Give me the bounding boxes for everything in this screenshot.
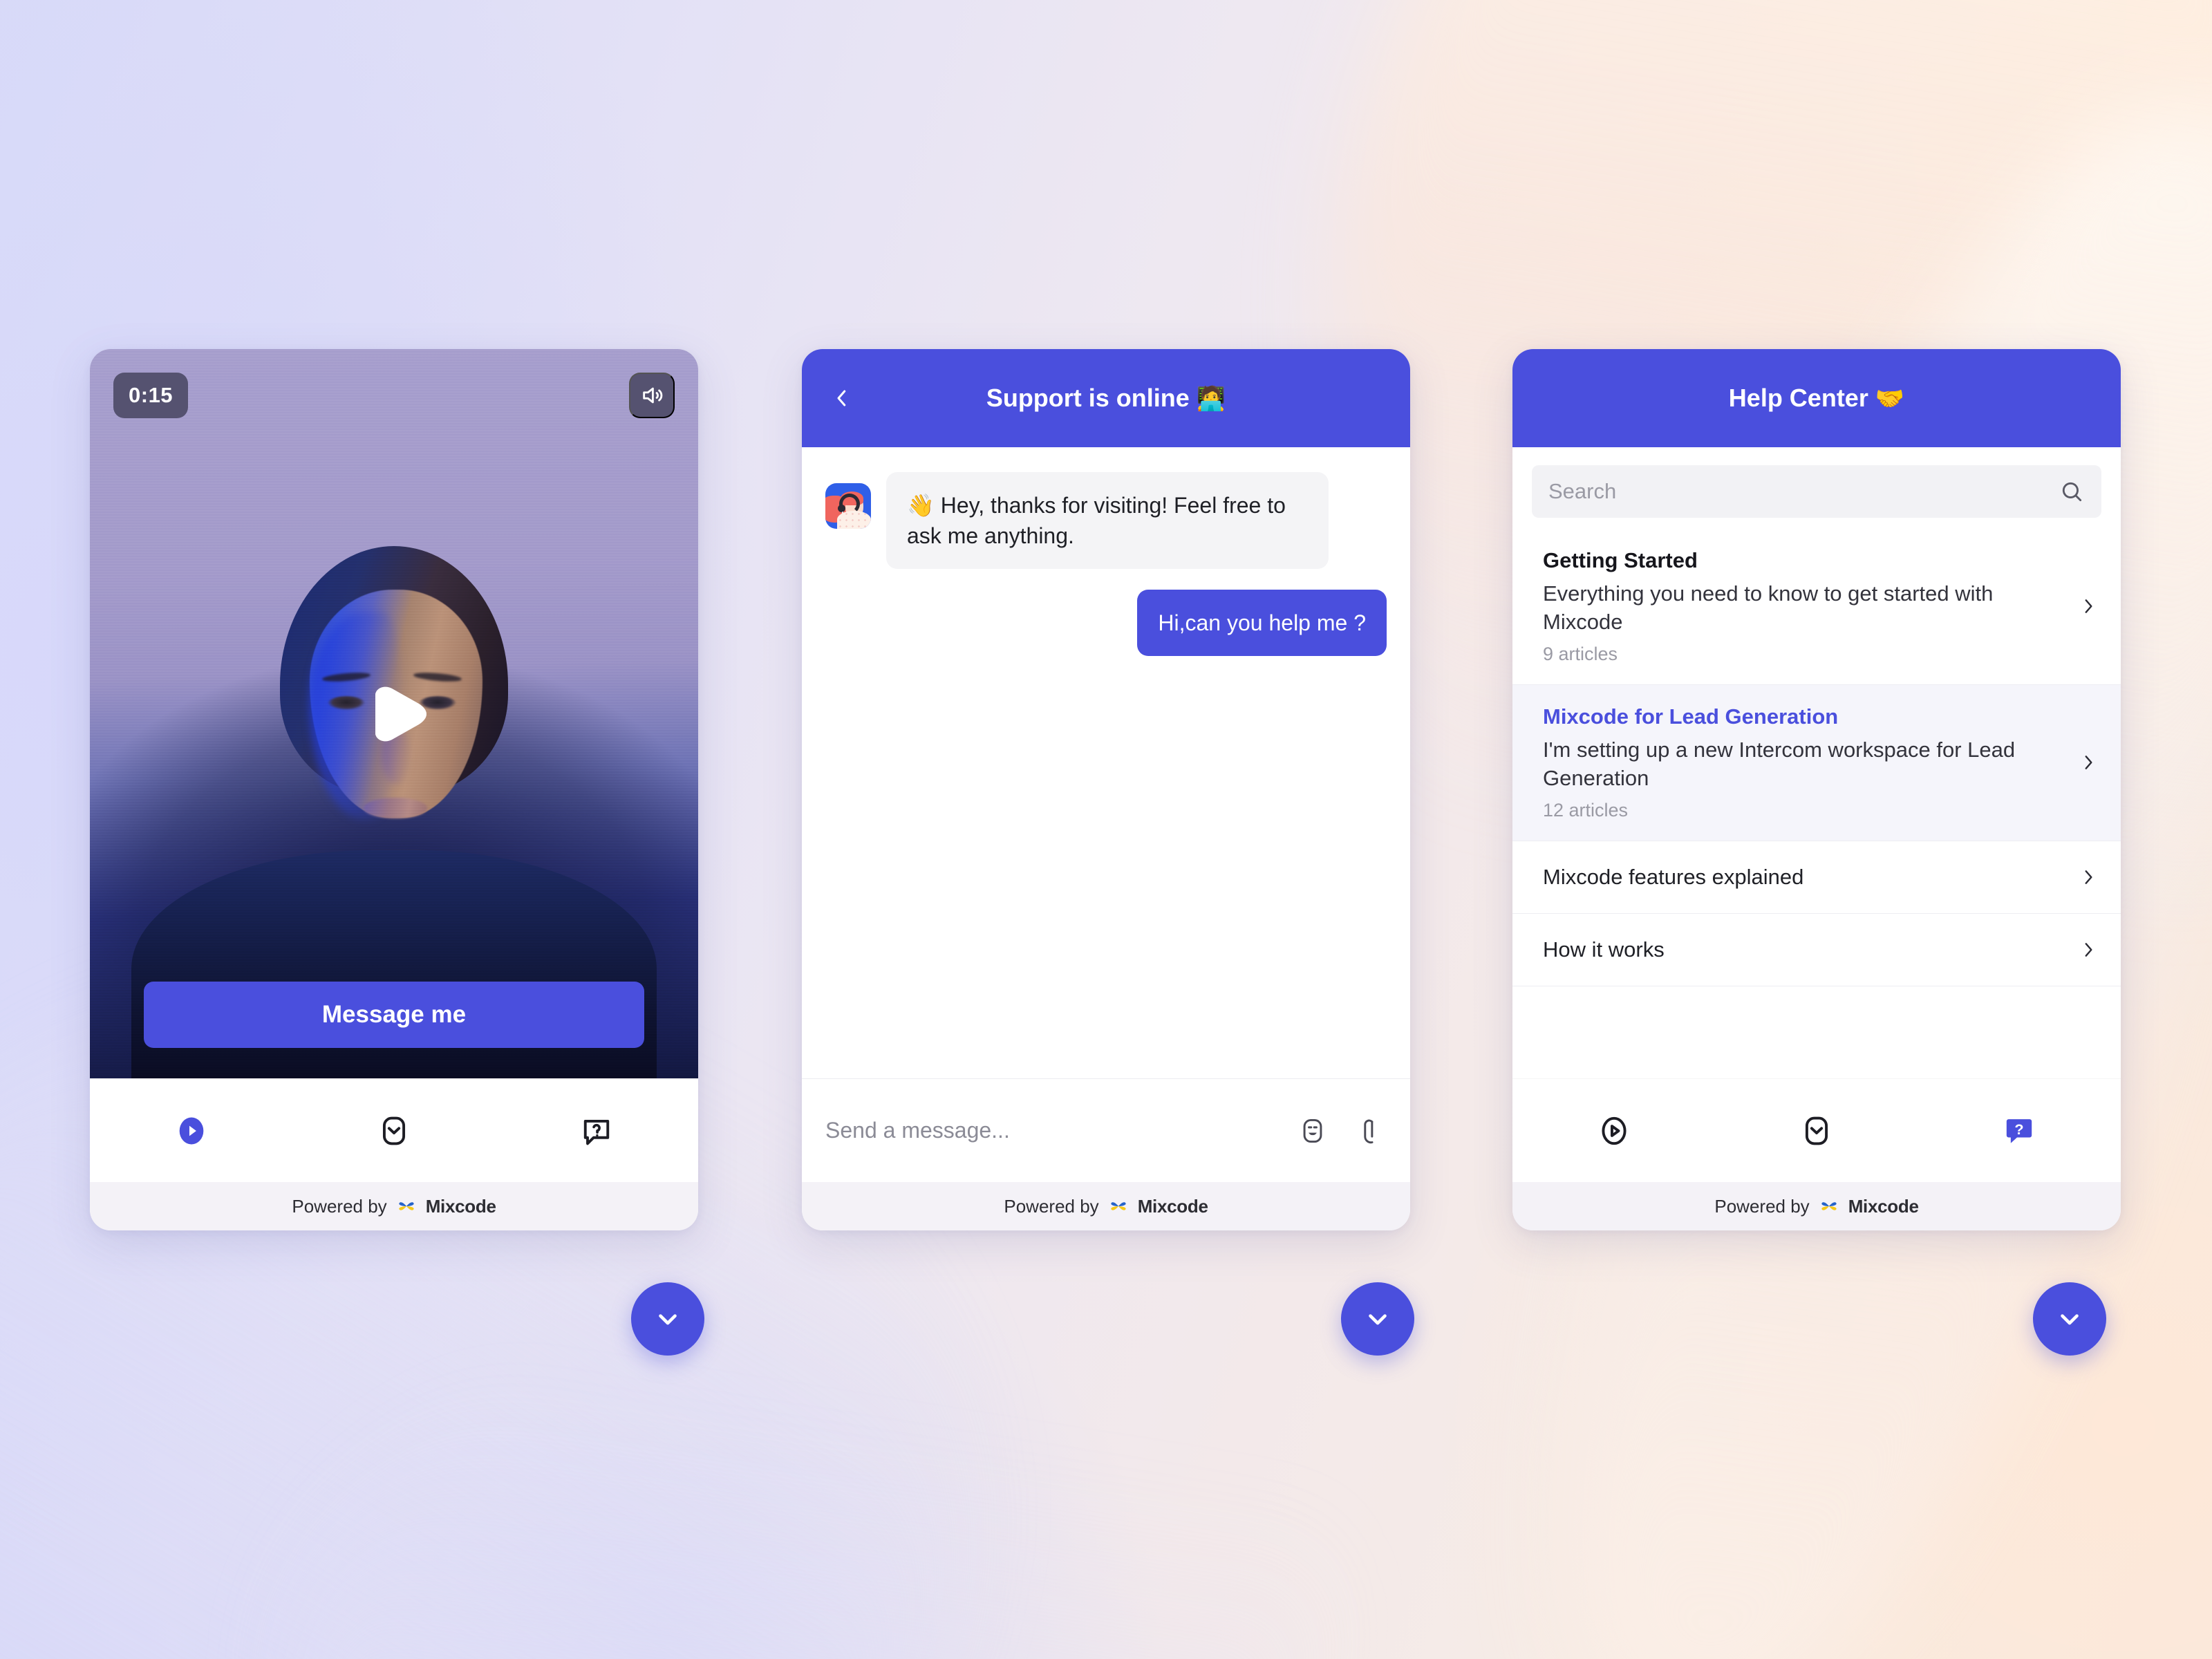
list-item[interactable]: Mixcode features explained — [1512, 841, 2121, 914]
powered-by-footer: Powered by Mixcode — [1512, 1182, 2121, 1230]
article-description: Everything you need to know to get start… — [1543, 581, 1994, 634]
help-header: Help Center 🤝 — [1512, 349, 2121, 447]
article-count: 12 articles — [1543, 799, 1629, 821]
page-title: Help Center 🤝 — [1512, 384, 2121, 413]
bottom-tabbar: ? — [1512, 1078, 2121, 1182]
message-bubble-user: Hi,can you help me ? — [1137, 590, 1387, 657]
article-count: 9 articles — [1543, 643, 1618, 664]
search-box[interactable] — [1532, 465, 2101, 518]
page-background: 0:15 Message me Powered by Mixcode Suppo… — [0, 0, 2212, 1659]
launcher-collapse-button[interactable] — [1341, 1282, 1414, 1356]
mixcode-logo-icon — [1821, 1202, 1837, 1210]
chevron-right-icon — [2079, 597, 2097, 615]
sidebar-item-messages-video-tab[interactable] — [90, 1079, 292, 1182]
list-item[interactable]: Getting Started Everything you need to k… — [1512, 529, 2121, 685]
paperclip-icon[interactable] — [1349, 1112, 1387, 1150]
article-description: I'm setting up a new Intercom workspace … — [1543, 737, 2016, 790]
powered-by-label: Powered by — [1714, 1195, 1810, 1217]
bottom-tabbar — [90, 1078, 698, 1182]
chat-conversation-card: Support is online 🧑‍💻 👋 Hey, thanks for … — [802, 349, 1410, 1230]
launcher-collapse-button[interactable] — [631, 1282, 704, 1356]
video-messenger-card: 0:15 Message me Powered by Mixcode — [90, 349, 698, 1230]
chevron-right-icon — [2079, 941, 2097, 959]
chevron-down-icon — [659, 1314, 677, 1325]
message-input[interactable] — [825, 1118, 1276, 1143]
sidebar-item-help-tab[interactable]: ? — [1918, 1079, 2121, 1182]
launcher-collapse-button[interactable] — [2033, 1282, 2106, 1356]
article-title: Getting Started — [1543, 548, 1698, 572]
chevron-down-icon — [1369, 1314, 1387, 1325]
help-center-card: Help Center 🤝 Getting Started Everything… — [1512, 349, 2121, 1230]
mixcode-logo-icon — [1111, 1202, 1126, 1210]
message-row-user: Hi,can you help me ? — [825, 590, 1387, 657]
mixcode-brand-label: Mixcode — [1848, 1195, 1919, 1217]
search-input[interactable] — [1548, 479, 2049, 504]
play-icon[interactable] — [369, 684, 433, 744]
chevron-down-icon — [2061, 1314, 2079, 1325]
search-icon — [2062, 482, 2082, 502]
message-me-button[interactable]: Message me — [144, 982, 644, 1048]
message-bubble-agent: 👋 Hey, thanks for visiting! Feel free to… — [886, 472, 1329, 570]
message-row-agent: 👋 Hey, thanks for visiting! Feel free to… — [825, 472, 1387, 570]
message-list: 👋 Hey, thanks for visiting! Feel free to… — [802, 447, 1410, 1078]
chevron-left-icon[interactable] — [820, 376, 864, 420]
help-article-list: Getting Started Everything you need to k… — [1512, 529, 2121, 1078]
emoji-smiley-icon[interactable] — [1294, 1112, 1331, 1150]
avatar — [825, 483, 871, 529]
list-item[interactable]: How it works — [1512, 914, 2121, 986]
article-title: Mixcode features explained — [1543, 864, 1804, 889]
video-timer: 0:15 — [113, 373, 189, 418]
speaker-icon[interactable] — [629, 373, 675, 418]
search-area — [1512, 447, 2121, 529]
sidebar-item-inbox-tab[interactable] — [292, 1079, 495, 1182]
powered-by-footer: Powered by Mixcode — [90, 1182, 698, 1230]
page-title: Support is online 🧑‍💻 — [802, 384, 1410, 413]
article-title: How it works — [1543, 937, 1665, 962]
sidebar-item-messages-video-tab[interactable] — [1512, 1079, 1715, 1182]
help-title-text: Help Center — [1728, 384, 1868, 412]
article-title: Mixcode for Lead Generation — [1543, 704, 1839, 729]
chat-header: Support is online 🧑‍💻 — [802, 349, 1410, 447]
technologist-emoji: 🧑‍💻 — [1196, 386, 1226, 412]
sidebar-item-inbox-tab[interactable] — [1715, 1079, 1918, 1182]
message-composer — [802, 1078, 1410, 1182]
background-silk-shape — [261, 1247, 1357, 1659]
handshake-emoji: 🤝 — [1875, 386, 1905, 412]
mixcode-logo-icon — [399, 1202, 414, 1210]
video-player[interactable]: 0:15 Message me — [90, 349, 698, 1078]
powered-by-footer: Powered by Mixcode — [802, 1182, 1410, 1230]
chevron-right-icon — [2079, 868, 2097, 886]
chevron-right-icon — [2079, 753, 2097, 771]
svg-text:?: ? — [2015, 1120, 2024, 1137]
powered-by-label: Powered by — [292, 1195, 387, 1217]
mixcode-brand-label: Mixcode — [1137, 1195, 1208, 1217]
powered-by-label: Powered by — [1004, 1195, 1099, 1217]
list-item[interactable]: Mixcode for Lead Generation I'm setting … — [1512, 684, 2121, 841]
chat-title-text: Support is online — [986, 384, 1190, 412]
mixcode-brand-label: Mixcode — [425, 1195, 496, 1217]
sidebar-item-help-tab[interactable] — [496, 1079, 698, 1182]
